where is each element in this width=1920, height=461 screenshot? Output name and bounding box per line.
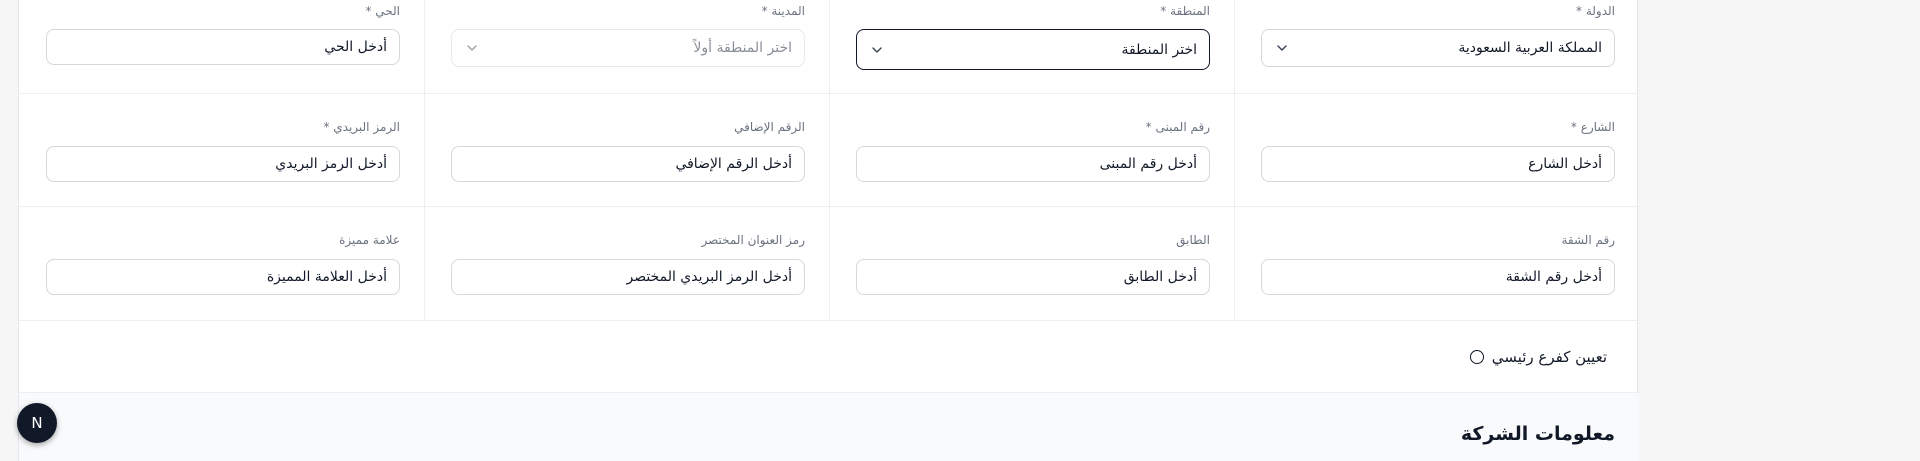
main-branch-label: تعيين كفرع رئيسي (1491, 348, 1607, 366)
additional-number-label: الرقم الإضافي (734, 120, 805, 134)
postal-code-cell: الرمز البريدي * أدخل الرمز البريدي (19, 94, 424, 207)
apartment-number-label: رقم الشقة (1561, 233, 1615, 247)
floor-cell: الطابق أدخل الطابق (829, 207, 1234, 321)
country-cell: الدولة * المملكة العربية السعودية (1234, 0, 1639, 94)
country-label: الدولة * (1576, 4, 1615, 18)
street-cell: الشارع * أدخل الشارع (1234, 94, 1639, 207)
postal-code-label: الرمز البريدي * (323, 120, 400, 134)
building-number-input-placeholder: أدخل رقم المبنى (1099, 156, 1197, 172)
address-form-panel: الدولة * المملكة العربية السعودية المنطق… (18, 0, 1639, 461)
street-label: الشارع * (1570, 120, 1615, 134)
city-select[interactable]: اختر المنطقة أولاً (451, 29, 805, 67)
district-label: الحي * (365, 4, 400, 18)
district-input-placeholder: أدخل الحي (324, 39, 387, 55)
region-label: المنطقة * (1160, 4, 1210, 18)
apartment-number-input[interactable]: أدخل رقم الشقة (1261, 259, 1615, 295)
company-info-title: معلومات الشركة (1460, 423, 1615, 445)
building-number-cell: رقم المبنى * أدخل رقم المبنى (829, 94, 1234, 207)
short-address-input[interactable]: أدخل الرمز البريدي المختصر (451, 259, 805, 295)
floor-input[interactable]: أدخل الطابق (856, 259, 1210, 295)
main-branch-option[interactable]: تعيين كفرع رئيسي (1469, 346, 1607, 368)
short-address-label: رمز العنوان المختصر (701, 233, 805, 247)
building-number-input[interactable]: أدخل رقم المبنى (856, 146, 1210, 182)
street-input-placeholder: أدخل الشارع (1528, 156, 1602, 172)
main-branch-checkbox[interactable] (1469, 350, 1484, 364)
country-select[interactable]: المملكة العربية السعودية (1261, 29, 1615, 67)
chevron-down-icon (466, 42, 478, 54)
apartment-number-input-placeholder: أدخل رقم الشقة (1505, 269, 1602, 285)
next-logo-button[interactable]: N (17, 403, 57, 443)
region-cell: المنطقة * اختر المنطقة (829, 0, 1234, 94)
address-grid: الدولة * المملكة العربية السعودية المنطق… (19, 0, 1639, 321)
short-address-cell: رمز العنوان المختصر أدخل الرمز البريدي ا… (424, 207, 829, 321)
additional-number-cell: الرقم الإضافي أدخل الرقم الإضافي (424, 94, 829, 207)
chevron-down-icon (871, 44, 883, 56)
chevron-down-icon (1276, 42, 1288, 54)
additional-number-input[interactable]: أدخل الرقم الإضافي (451, 146, 805, 182)
floor-label: الطابق (1176, 233, 1210, 247)
landmark-input-placeholder: أدخل العلامة المميزة (266, 269, 387, 285)
country-select-value: المملكة العربية السعودية (1458, 40, 1602, 56)
postal-code-input-placeholder: أدخل الرمز البريدي (275, 156, 387, 172)
district-input[interactable]: أدخل الحي (46, 29, 400, 65)
short-address-input-placeholder: أدخل الرمز البريدي المختصر (626, 269, 792, 285)
city-select-value: اختر المنطقة أولاً (693, 40, 792, 56)
landmark-cell: علامة مميزة أدخل العلامة المميزة (19, 207, 424, 321)
region-select[interactable]: اختر المنطقة (856, 29, 1210, 70)
next-logo-icon: N (31, 414, 43, 432)
landmark-label: علامة مميزة (339, 233, 400, 247)
additional-number-input-placeholder: أدخل الرقم الإضافي (675, 156, 792, 172)
building-number-label: رقم المبنى * (1145, 120, 1210, 134)
region-select-value: اختر المنطقة (1121, 41, 1198, 58)
city-label: المدينة * (761, 4, 805, 18)
landmark-input[interactable]: أدخل العلامة المميزة (46, 259, 400, 295)
city-cell: المدينة * اختر المنطقة أولاً (424, 0, 829, 94)
company-info-section: معلومات الشركة (19, 392, 1639, 461)
floor-input-placeholder: أدخل الطابق (1123, 269, 1197, 285)
postal-code-input[interactable]: أدخل الرمز البريدي (46, 146, 400, 182)
apartment-number-cell: رقم الشقة أدخل رقم الشقة (1234, 207, 1639, 321)
district-cell: الحي * أدخل الحي (19, 0, 424, 94)
street-input[interactable]: أدخل الشارع (1261, 146, 1615, 182)
